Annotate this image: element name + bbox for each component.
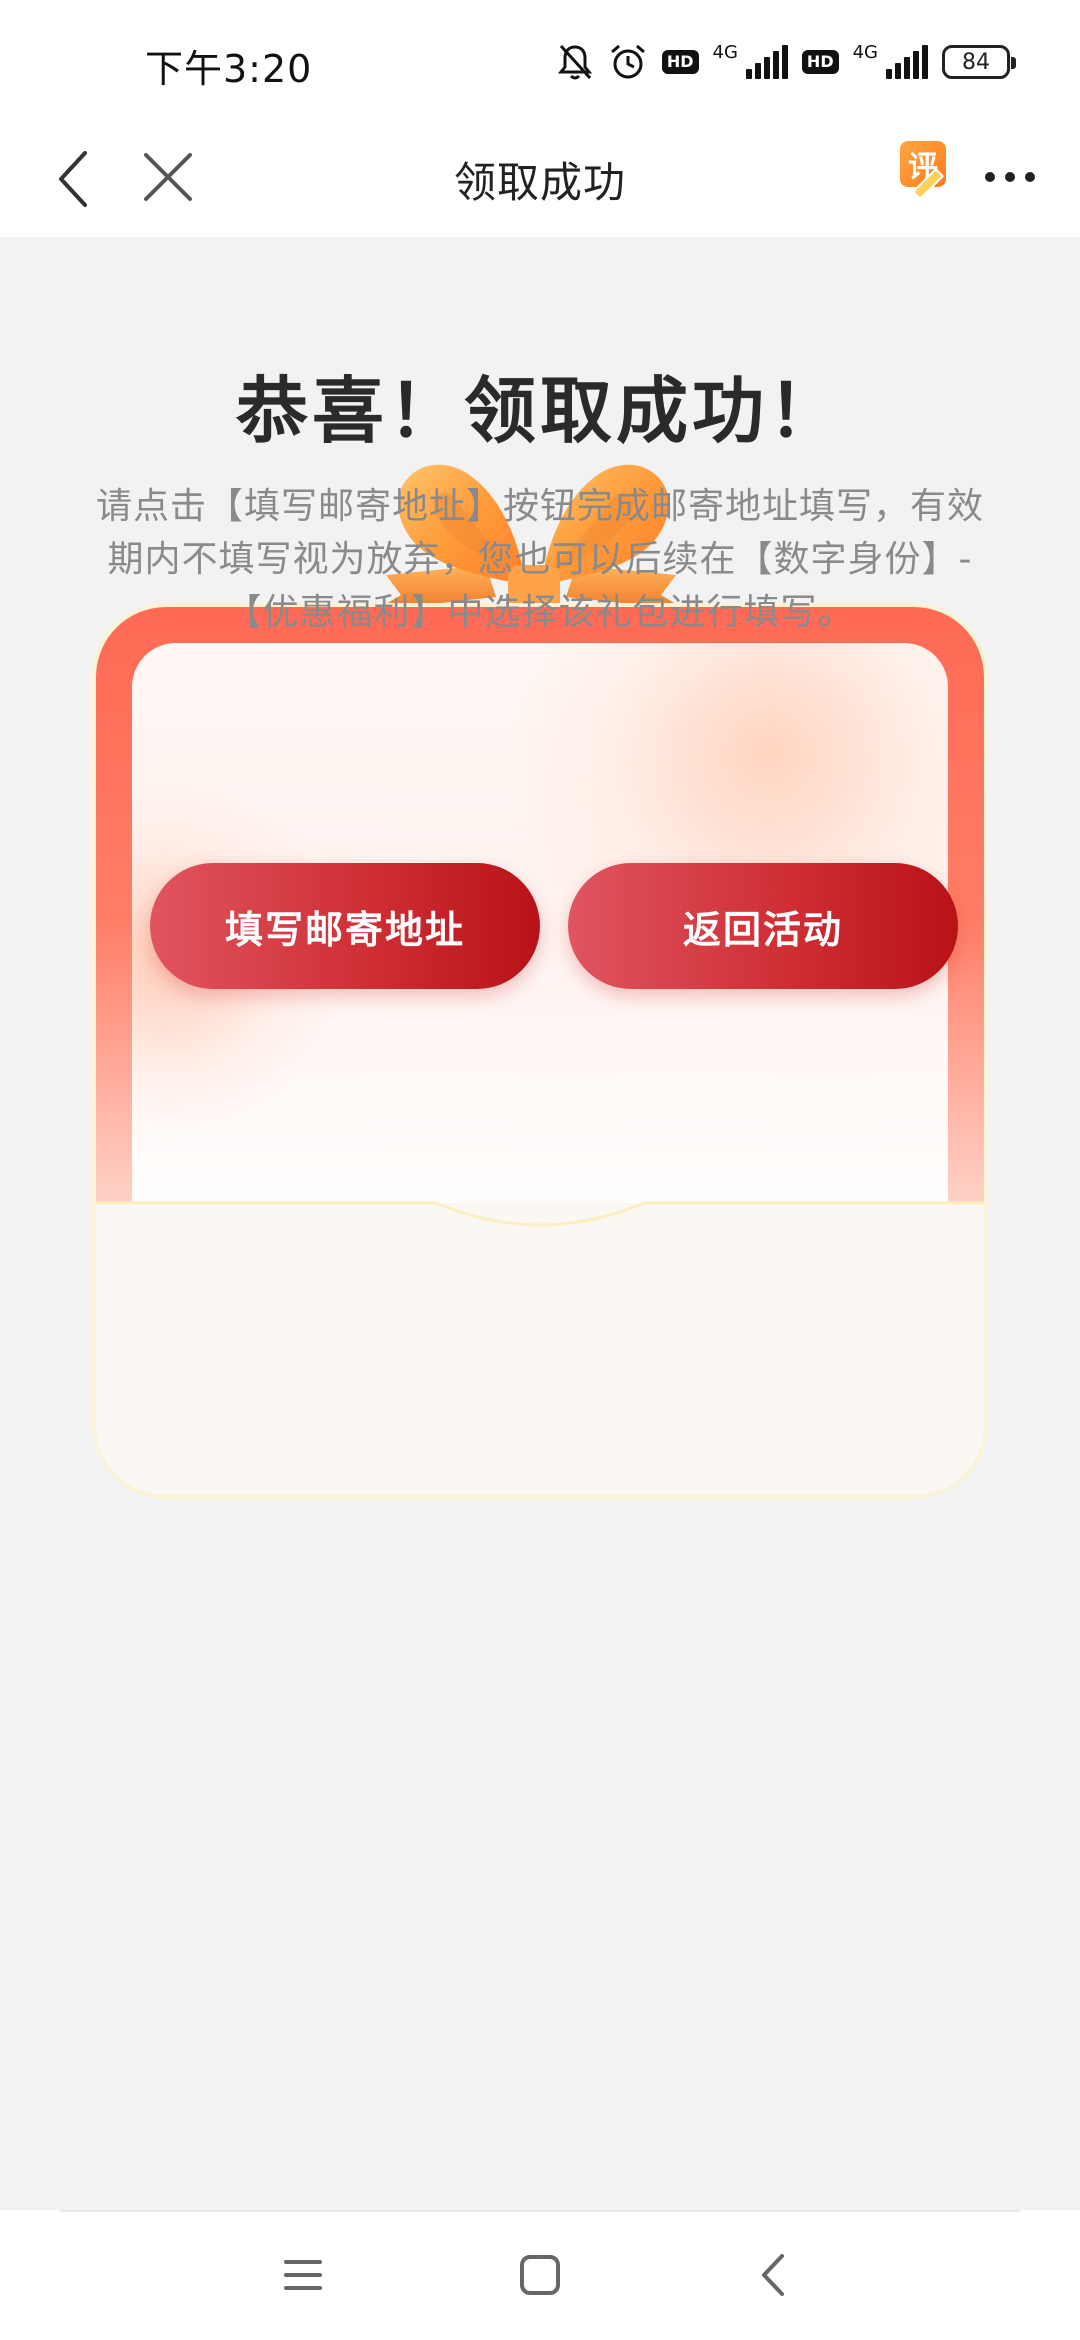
battery-level: 84	[962, 49, 990, 75]
system-nav-bar	[0, 2210, 1080, 2340]
battery-icon: 84	[942, 45, 1016, 79]
card-bottom	[96, 1203, 984, 1495]
back-icon[interactable]	[740, 2240, 810, 2310]
status-time: 下午3:20	[145, 47, 313, 91]
review-icon[interactable]: 评	[896, 137, 956, 201]
hd-badge: HD	[661, 50, 699, 74]
alarm-icon	[608, 42, 648, 82]
status-bar: 下午3:20 HD 4G HD 4G 84	[0, 0, 1080, 125]
success-title: 恭喜！领取成功！	[235, 369, 844, 453]
more-icon[interactable]	[985, 167, 1035, 187]
signal-icon	[886, 45, 928, 79]
network-label: 4G	[712, 41, 738, 63]
signal-icon	[745, 45, 788, 79]
success-description: 请点击【填写邮寄地址】按钮完成邮寄地址填写，有效期内不填写视为放弃，您也可以后续…	[95, 486, 984, 633]
bell-off-icon	[556, 42, 594, 82]
fill-address-button[interactable]: 填写邮寄地址	[150, 863, 540, 989]
status-icons: HD 4G HD 4G 84	[556, 40, 1016, 84]
menu-icon[interactable]	[268, 2240, 338, 2310]
divider	[60, 2210, 1020, 2212]
nav-bar: 领取成功 评	[0, 125, 1080, 237]
network-label: 4G	[852, 41, 878, 63]
card-notch	[96, 1201, 984, 1237]
hd-badge: HD	[801, 50, 839, 74]
home-icon[interactable]	[505, 2240, 575, 2310]
return-activity-button[interactable]: 返回活动	[568, 863, 958, 989]
card-frame	[96, 607, 984, 1495]
